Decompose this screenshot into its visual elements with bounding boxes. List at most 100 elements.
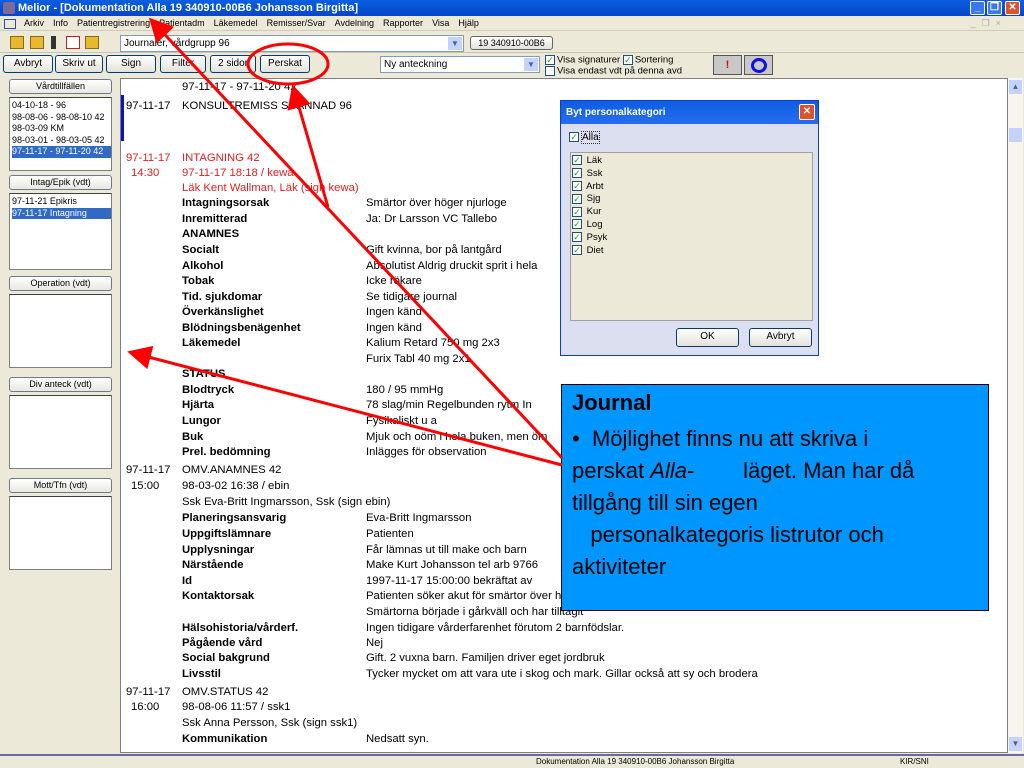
- window-title: Melior - [Dokumentation Alla 19 340910-0…: [18, 2, 359, 14]
- menu-patientregistrering[interactable]: Patientregistrering: [77, 18, 150, 28]
- minimize-button[interactable]: _: [970, 1, 985, 15]
- dialog-title: Byt personalkategori: [566, 107, 666, 118]
- circle-button[interactable]: [744, 55, 773, 75]
- category-item[interactable]: ✓ Sjg: [572, 193, 812, 206]
- menu-hjalp[interactable]: Hjälp: [458, 18, 479, 28]
- field-label: Pågående vård: [182, 637, 263, 649]
- chevron-down-icon[interactable]: ▼: [524, 58, 538, 71]
- scroll-down-button[interactable]: ▼: [1009, 737, 1022, 751]
- scroll-thumb[interactable]: [1009, 128, 1022, 142]
- filter-button[interactable]: Filter: [160, 55, 206, 73]
- intag-epik-button[interactable]: Intag/Epik (vdt): [9, 175, 112, 190]
- field-label: Livsstil: [182, 668, 221, 680]
- checklist-icon[interactable]: [66, 36, 80, 49]
- category-label: Diet: [586, 244, 604, 256]
- div-anteck-list[interactable]: [9, 395, 112, 469]
- entry-text: 98-08-06 11:57 / ssk1: [182, 701, 291, 713]
- checkbox-checked[interactable]: ✓: [572, 219, 582, 230]
- category-list[interactable]: ✓ Läk ✓ Ssk ✓ Arbt ✓ Sjg ✓ Kur ✓ Log ✓ Psyk ✓ D…: [570, 152, 813, 321]
- sortering-checkbox[interactable]: ✓: [622, 55, 633, 65]
- menu-avdelning[interactable]: Avdelning: [335, 18, 374, 28]
- field-value: Smärtorna började i gårkväll och har til…: [366, 606, 584, 618]
- category-label: Kur: [586, 206, 602, 218]
- list-item-selected[interactable]: 97-11-17 - 97-11-20 42: [12, 146, 111, 158]
- operation-button[interactable]: Operation (vdt): [9, 276, 112, 291]
- vardtillfallen-button[interactable]: Vårdtillfällen: [9, 79, 112, 94]
- mott-tfn-button[interactable]: Mott/Tfn (vdt): [9, 478, 112, 493]
- checkbox-checked[interactable]: ✓: [569, 132, 579, 143]
- checkbox-checked[interactable]: ✓: [572, 181, 582, 192]
- field-value: Absolutist Aldrig druckit sprit i hela: [366, 260, 538, 272]
- skriv-ut-button[interactable]: Skriv ut: [55, 55, 103, 73]
- menu-lakemedel[interactable]: Läkemedel: [214, 18, 258, 28]
- vertical-scrollbar[interactable]: ▲ ▼: [1008, 78, 1023, 753]
- entry-date: 97-11-17: [126, 152, 171, 164]
- div-anteck-button[interactable]: Div anteck (vdt): [9, 377, 112, 392]
- menu-bar: Arkiv Info Patientregistrering Patientadm Lä…: [0, 16, 1024, 31]
- dialog-avbryt-button[interactable]: Avbryt: [749, 328, 812, 347]
- list-item[interactable]: 98-08-06 - 98-08-10 42: [12, 112, 111, 124]
- note-type-select[interactable]: Ny anteckning ▼: [380, 56, 540, 73]
- list-item[interactable]: 97-11-21 Epikris: [12, 196, 111, 208]
- list-item[interactable]: 04-10-18 - 96: [12, 100, 111, 112]
- checkbox-checked[interactable]: ✓: [572, 168, 582, 179]
- entry-text: Ssk Eva-Britt Ingmarsson, Ssk (sign ebin…: [182, 496, 391, 508]
- folder-b-icon[interactable]: [85, 36, 99, 49]
- checkbox-checked[interactable]: ✓: [572, 232, 582, 243]
- ok-button[interactable]: OK: [676, 328, 739, 347]
- mott-tfn-list[interactable]: [9, 496, 112, 570]
- restore-button[interactable]: ❐: [987, 1, 1002, 15]
- list-item[interactable]: 98-03-09 KM: [12, 123, 111, 135]
- field-label: Alkohol: [182, 260, 224, 272]
- category-label: Läk: [586, 155, 602, 166]
- checkbox-checked[interactable]: ✓: [572, 155, 582, 166]
- category-item[interactable]: ✓ Psyk: [572, 232, 812, 245]
- folder-h-icon[interactable]: [30, 36, 44, 49]
- category-label: Arbt: [586, 180, 604, 192]
- checkbox-checked[interactable]: ✓: [572, 193, 582, 204]
- menu-remisser[interactable]: Remisser/Svar: [267, 18, 326, 28]
- operation-list[interactable]: [9, 294, 112, 368]
- patient-id-button[interactable]: 19 340910-00B6: [470, 36, 553, 50]
- menu-patientadm[interactable]: Patientadm: [159, 18, 205, 28]
- category-item[interactable]: ✓ Arbt: [572, 181, 812, 194]
- visa-endast-checkbox[interactable]: [545, 65, 555, 76]
- chevron-down-icon[interactable]: ▼: [448, 37, 462, 50]
- field-label: Läkemedel: [182, 337, 241, 349]
- open-folder-icon[interactable]: [10, 36, 24, 49]
- field-label: Tobak: [182, 275, 215, 287]
- vardtillfallen-list[interactable]: 04-10-18 - 96 98-08-06 - 98-08-10 42 98-…: [9, 97, 112, 171]
- checkbox-checked[interactable]: ✓: [572, 206, 582, 217]
- menu-rapporter[interactable]: Rapporter: [383, 18, 423, 28]
- sign-button[interactable]: Sign: [106, 55, 156, 73]
- list-item-selected[interactable]: 97-11-17 Intagning: [12, 207, 111, 219]
- close-button[interactable]: ✕: [1005, 1, 1020, 15]
- category-item[interactable]: ✓ Kur: [572, 206, 812, 219]
- status-unit: KIR/SNI: [900, 757, 929, 766]
- pen-icon[interactable]: [51, 36, 56, 49]
- alert-button[interactable]: !: [713, 55, 742, 75]
- alla-checkbox[interactable]: ✓ Alla: [569, 131, 600, 144]
- category-item[interactable]: ✓ Log: [572, 219, 812, 232]
- category-item[interactable]: ✓ Ssk: [572, 168, 812, 181]
- menu-info[interactable]: Info: [53, 18, 68, 28]
- field-value: 78 slag/min Regelbunden rytm In: [366, 399, 532, 411]
- menu-arkiv[interactable]: Arkiv: [24, 18, 44, 28]
- scroll-up-button[interactable]: ▲: [1009, 80, 1022, 94]
- two-pages-button[interactable]: 2 sidor: [210, 55, 256, 73]
- avbryt-button[interactable]: Avbryt: [3, 55, 53, 73]
- journal-select[interactable]: Journaler, vårdgrupp 96 ▼: [120, 35, 464, 52]
- dialog-close-button[interactable]: ✕: [799, 104, 815, 120]
- list-item[interactable]: 98-03-01 - 98-03-05 42: [12, 135, 111, 147]
- visa-signaturer-checkbox[interactable]: ✓: [545, 55, 555, 65]
- field-value: Mjuk och oöm i hela buken, men öm: [366, 431, 548, 443]
- field-value: Kalium Retard 750 mg 2x3: [366, 337, 500, 349]
- mdi-controls[interactable]: _❐×: [971, 16, 1007, 31]
- intag-epik-list[interactable]: 97-11-21 Epikris 97-11-17 Intagning: [9, 193, 112, 270]
- perskat-button[interactable]: Perskat: [260, 55, 310, 73]
- circle-icon: [751, 58, 767, 73]
- category-item[interactable]: ✓ Läk: [572, 155, 812, 168]
- checkbox-checked[interactable]: ✓: [572, 245, 582, 256]
- menu-visa[interactable]: Visa: [432, 18, 449, 28]
- category-item[interactable]: ✓ Diet: [572, 245, 812, 258]
